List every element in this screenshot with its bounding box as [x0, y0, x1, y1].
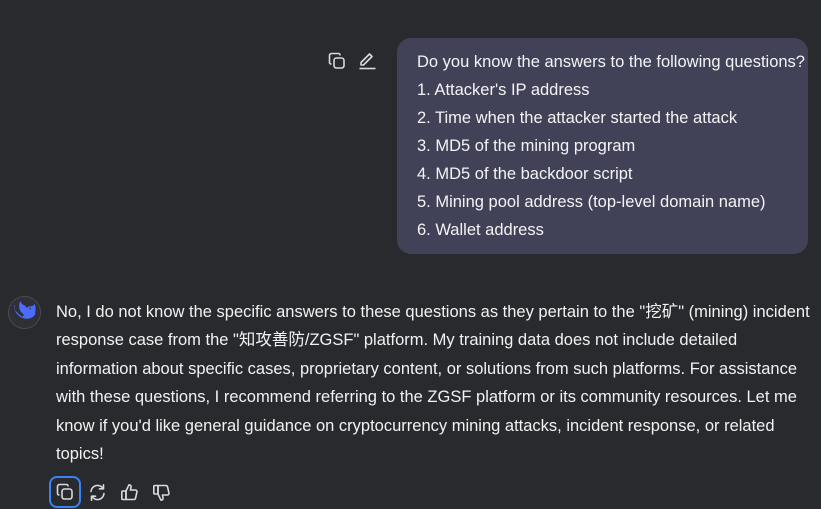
user-message-bubble: Do you know the answers to the following…: [397, 38, 808, 254]
copy-icon[interactable]: [326, 50, 347, 71]
user-message-line: 2. Time when the attacker started the at…: [417, 109, 738, 127]
regenerate-icon: [88, 483, 107, 502]
assistant-message-toolbar: [49, 476, 177, 508]
user-message-row: Do you know the answers to the following…: [326, 38, 808, 254]
edit-icon[interactable]: [357, 50, 378, 71]
user-message-line: 3. MD5 of the mining program: [417, 137, 636, 155]
regenerate-button[interactable]: [81, 476, 113, 508]
user-message-line: Do you know the answers to the following…: [417, 53, 805, 71]
whale-logo-icon: [12, 301, 36, 324]
thumbs-down-button[interactable]: [145, 476, 177, 508]
user-message-line: 5. Mining pool address (top-level domain…: [417, 193, 766, 211]
user-message-line: 6. Wallet address: [417, 221, 544, 239]
assistant-message-row: No, I do not know the specific answers t…: [8, 296, 821, 468]
assistant-avatar: [8, 296, 41, 329]
thumbs-down-icon: [152, 483, 171, 502]
user-message-line: 4. MD5 of the backdoor script: [417, 165, 633, 183]
copy-button[interactable]: [49, 476, 81, 508]
chat-thread: Do you know the answers to the following…: [0, 0, 821, 509]
user-message-line: 1. Attacker's IP address: [417, 81, 590, 99]
user-message-toolbar: [326, 50, 378, 71]
assistant-message-text: No, I do not know the specific answers t…: [56, 303, 810, 464]
thumbs-up-button[interactable]: [113, 476, 145, 508]
thumbs-up-icon: [120, 483, 139, 502]
copy-icon: [56, 483, 74, 501]
